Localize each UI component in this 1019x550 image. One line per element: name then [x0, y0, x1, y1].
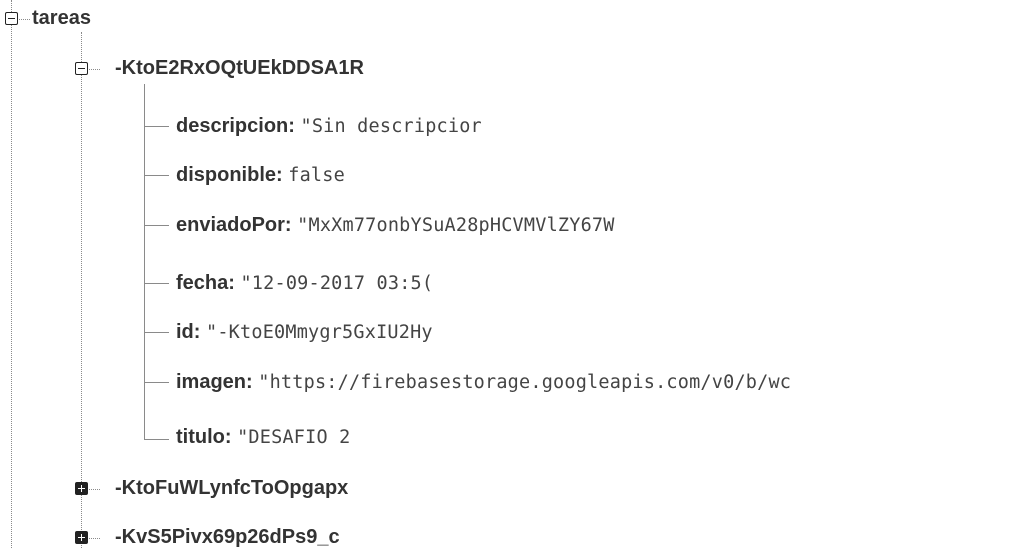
collapse-toggle-icon[interactable] [5, 12, 18, 25]
tree-connector [89, 489, 100, 490]
field-value: "Sin descripcior [300, 116, 482, 137]
tree-connector [145, 225, 169, 226]
field-key: imagen: [176, 371, 253, 393]
node-key: -KtoFuWLynfcToOpgapx [115, 477, 349, 499]
field-row-fecha[interactable]: fecha: "12-09-2017 03:5( [176, 270, 433, 296]
tree-connector [145, 283, 169, 284]
field-key: enviadoPor: [176, 214, 292, 236]
tree-connector [89, 538, 100, 539]
field-key: fecha: [176, 272, 235, 294]
tree-connector [19, 19, 30, 20]
node-key: tareas [32, 7, 91, 29]
field-value: false [288, 165, 345, 186]
field-row-disponible[interactable]: disponible: false [176, 162, 345, 188]
field-row-imagen[interactable]: imagen: "https://firebasestorage.googlea… [176, 369, 1019, 395]
field-value: "DESAFIO 2 [237, 427, 351, 448]
database-tree: tareas -KtoE2RxOQtUEkDDSA1R descripcion:… [0, 0, 1019, 548]
expand-toggle-icon[interactable] [75, 531, 88, 544]
field-value: "MxXm77onbYSuA28pHCVMVlZY67W [297, 215, 615, 236]
tree-node-task-collapsed[interactable]: -KtoFuWLynfcToOpgapx [115, 475, 348, 501]
field-value: "-KtoE0Mmygr5GxIU2Hy [206, 322, 433, 343]
field-key: disponible: [176, 164, 283, 186]
tree-node-task-collapsed[interactable]: -KvS5Pivx69p26dPs9_c [115, 524, 340, 550]
tree-connector [89, 69, 100, 70]
field-key: id: [176, 321, 201, 343]
tree-connector [145, 332, 169, 333]
field-row-id[interactable]: id: "-KtoE0Mmygr5GxIU2Hy [176, 319, 433, 345]
field-value: "https://firebasestorage.googleapis.com/… [258, 372, 792, 393]
field-row-descripcion[interactable]: descripcion: "Sin descripcior [176, 113, 482, 139]
expand-toggle-icon[interactable] [75, 482, 88, 495]
node-key: -KtoE2RxOQtUEkDDSA1R [115, 57, 364, 79]
node-key: -KvS5Pivx69p26dPs9_c [115, 526, 340, 548]
field-row-enviadopor[interactable]: enviadoPor: "MxXm77onbYSuA28pHCVMVlZY67W [176, 212, 615, 238]
tree-guide-fields [144, 84, 145, 440]
tree-guide-level1 [81, 32, 82, 548]
tree-connector [145, 439, 169, 440]
tree-node-task-open[interactable]: -KtoE2RxOQtUEkDDSA1R [115, 55, 364, 81]
tree-connector [145, 126, 169, 127]
field-row-titulo[interactable]: titulo: "DESAFIO 2 [176, 424, 350, 450]
tree-connector [145, 382, 169, 383]
tree-connector [145, 175, 169, 176]
collapse-toggle-icon[interactable] [75, 62, 88, 75]
field-key: titulo: [176, 426, 232, 448]
tree-guide-root [11, 0, 12, 548]
field-key: descripcion: [176, 115, 295, 137]
tree-node-tareas[interactable]: tareas [32, 5, 91, 31]
field-value: "12-09-2017 03:5( [240, 273, 434, 294]
